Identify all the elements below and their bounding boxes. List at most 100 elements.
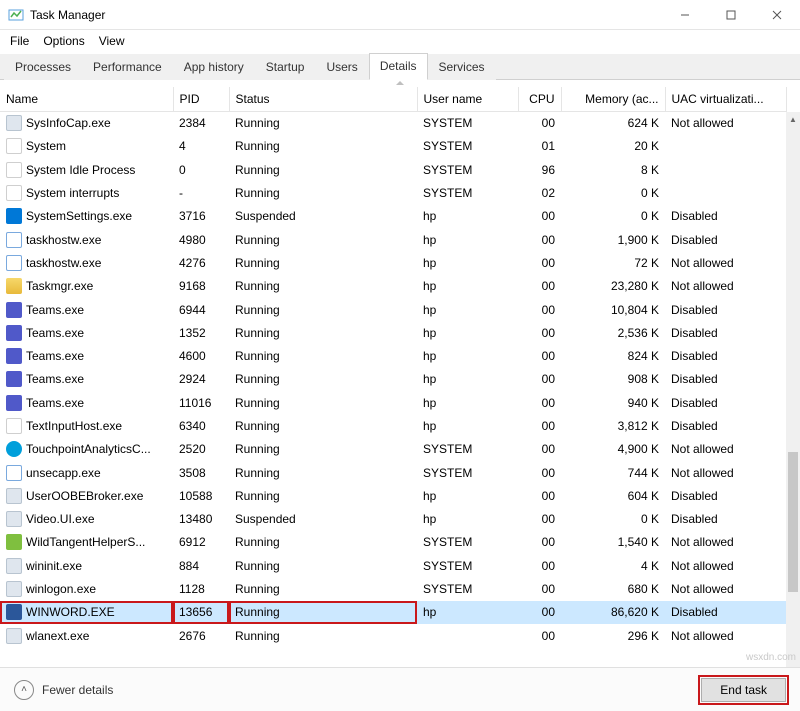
cell-mem: 940 K	[561, 391, 665, 414]
close-button[interactable]	[754, 0, 800, 30]
cell-uac: Disabled	[665, 321, 786, 344]
tab-performance[interactable]: Performance	[82, 54, 173, 80]
cell-name: Teams.exe	[0, 391, 173, 414]
process-icon	[6, 208, 22, 224]
maximize-button[interactable]	[708, 0, 754, 30]
table-row[interactable]: WildTangentHelperS...6912RunningSYSTEM00…	[0, 531, 786, 554]
cell-pid: 2520	[173, 438, 229, 461]
cell-status: Running	[229, 438, 417, 461]
tab-app-history[interactable]: App history	[173, 54, 255, 80]
cell-cpu: 00	[518, 344, 561, 367]
cell-pid: 2924	[173, 368, 229, 391]
process-icon	[6, 278, 22, 294]
cell-status: Running	[229, 181, 417, 204]
cell-mem: 2,536 K	[561, 321, 665, 344]
table-row[interactable]: Teams.exe11016Runninghp00940 KDisabled	[0, 391, 786, 414]
cell-pid: 2384	[173, 112, 229, 135]
end-task-button[interactable]: End task	[701, 678, 786, 702]
process-name: System	[26, 139, 66, 153]
table-row[interactable]: Teams.exe4600Runninghp00824 KDisabled	[0, 344, 786, 367]
table-row[interactable]: unsecapp.exe3508RunningSYSTEM00744 KNot …	[0, 461, 786, 484]
table-row[interactable]: Teams.exe2924Runninghp00908 KDisabled	[0, 368, 786, 391]
cell-user: hp	[417, 228, 518, 251]
process-icon	[6, 628, 22, 644]
col-name[interactable]: Name	[0, 87, 173, 112]
table-row[interactable]: wininit.exe884RunningSYSTEM004 KNot allo…	[0, 554, 786, 577]
tab-services[interactable]: Services	[428, 54, 496, 80]
cell-user: SYSTEM	[417, 577, 518, 600]
table-row[interactable]: UserOOBEBroker.exe10588Runninghp00604 KD…	[0, 484, 786, 507]
cell-pid: 4	[173, 135, 229, 158]
cell-status: Running	[229, 344, 417, 367]
table-row[interactable]: SysInfoCap.exe2384RunningSYSTEM00624 KNo…	[0, 112, 786, 135]
process-icon	[6, 604, 22, 620]
minimize-button[interactable]	[662, 0, 708, 30]
cell-mem: 824 K	[561, 344, 665, 367]
table-row[interactable]: Teams.exe6944Runninghp0010,804 KDisabled	[0, 298, 786, 321]
cell-mem: 1,900 K	[561, 228, 665, 251]
col-user[interactable]: User name	[417, 87, 518, 112]
cell-user: SYSTEM	[417, 181, 518, 204]
process-name: TouchpointAnalyticsC...	[26, 442, 151, 456]
table-row[interactable]: winlogon.exe1128RunningSYSTEM00680 KNot …	[0, 577, 786, 600]
table-row[interactable]: TouchpointAnalyticsC...2520RunningSYSTEM…	[0, 438, 786, 461]
cell-pid: 1128	[173, 577, 229, 600]
cell-name: Taskmgr.exe	[0, 275, 173, 298]
cell-name: TouchpointAnalyticsC...	[0, 438, 173, 461]
table-row[interactable]: taskhostw.exe4276Runninghp0072 KNot allo…	[0, 251, 786, 274]
process-icon	[6, 138, 22, 154]
cell-name: Video.UI.exe	[0, 508, 173, 531]
cell-name: taskhostw.exe	[0, 251, 173, 274]
tab-users[interactable]: Users	[315, 54, 368, 80]
tab-startup[interactable]: Startup	[255, 54, 316, 80]
tab-processes[interactable]: Processes	[4, 54, 82, 80]
col-pid[interactable]: PID	[173, 87, 229, 112]
col-mem[interactable]: Memory (ac...	[561, 87, 665, 112]
scroll-up-icon[interactable]: ▲	[786, 112, 800, 126]
menu-file[interactable]: File	[10, 34, 29, 48]
process-name: WildTangentHelperS...	[26, 535, 145, 549]
tab-details[interactable]: Details	[369, 53, 428, 80]
table-row[interactable]: Teams.exe1352Runninghp002,536 KDisabled	[0, 321, 786, 344]
cell-uac: Disabled	[665, 601, 786, 624]
cell-cpu: 00	[518, 251, 561, 274]
fewer-details-toggle[interactable]: ˄ Fewer details	[14, 680, 113, 700]
scroll-thumb[interactable]	[788, 452, 798, 592]
table-row[interactable]: WINWORD.EXE13656Runninghp0086,620 KDisab…	[0, 601, 786, 624]
table-row[interactable]: Video.UI.exe13480Suspendedhp000 KDisable…	[0, 508, 786, 531]
scroll-up-indicator[interactable]	[0, 80, 800, 87]
table-row[interactable]: System Idle Process0RunningSYSTEM968 K	[0, 158, 786, 181]
cell-user: hp	[417, 321, 518, 344]
cell-pid: 6912	[173, 531, 229, 554]
cell-name: Teams.exe	[0, 344, 173, 367]
cell-status: Running	[229, 414, 417, 437]
cell-cpu: 00	[518, 438, 561, 461]
table-row[interactable]: taskhostw.exe4980Runninghp001,900 KDisab…	[0, 228, 786, 251]
menu-options[interactable]: Options	[43, 34, 84, 48]
process-name: Taskmgr.exe	[26, 279, 93, 293]
table-row[interactable]: Taskmgr.exe9168Runninghp0023,280 KNot al…	[0, 275, 786, 298]
col-cpu[interactable]: CPU	[518, 87, 561, 112]
cell-user: SYSTEM	[417, 461, 518, 484]
table-row[interactable]: System4RunningSYSTEM0120 K	[0, 135, 786, 158]
process-table-wrap: Name PID Status User name CPU Memory (ac…	[0, 87, 800, 677]
vertical-scrollbar[interactable]: ▲ ▼	[786, 112, 800, 677]
cell-cpu: 00	[518, 624, 561, 647]
cell-pid: 13656	[173, 601, 229, 624]
table-row[interactable]: wlanext.exe2676Running00296 KNot allowed	[0, 624, 786, 647]
col-status[interactable]: Status	[229, 87, 417, 112]
cell-uac: Not allowed	[665, 624, 786, 647]
table-row[interactable]: TextInputHost.exe6340Runninghp003,812 KD…	[0, 414, 786, 437]
cell-user: hp	[417, 414, 518, 437]
cell-cpu: 00	[518, 298, 561, 321]
cell-status: Running	[229, 461, 417, 484]
table-row[interactable]: SystemSettings.exe3716Suspendedhp000 KDi…	[0, 205, 786, 228]
process-name: taskhostw.exe	[26, 233, 101, 247]
process-name: UserOOBEBroker.exe	[26, 489, 143, 503]
cell-status: Running	[229, 228, 417, 251]
menu-view[interactable]: View	[99, 34, 125, 48]
cell-pid: 1352	[173, 321, 229, 344]
col-uac[interactable]: UAC virtualizati...	[665, 87, 786, 112]
table-row[interactable]: System interrupts-RunningSYSTEM020 K	[0, 181, 786, 204]
menubar: File Options View	[0, 30, 800, 54]
